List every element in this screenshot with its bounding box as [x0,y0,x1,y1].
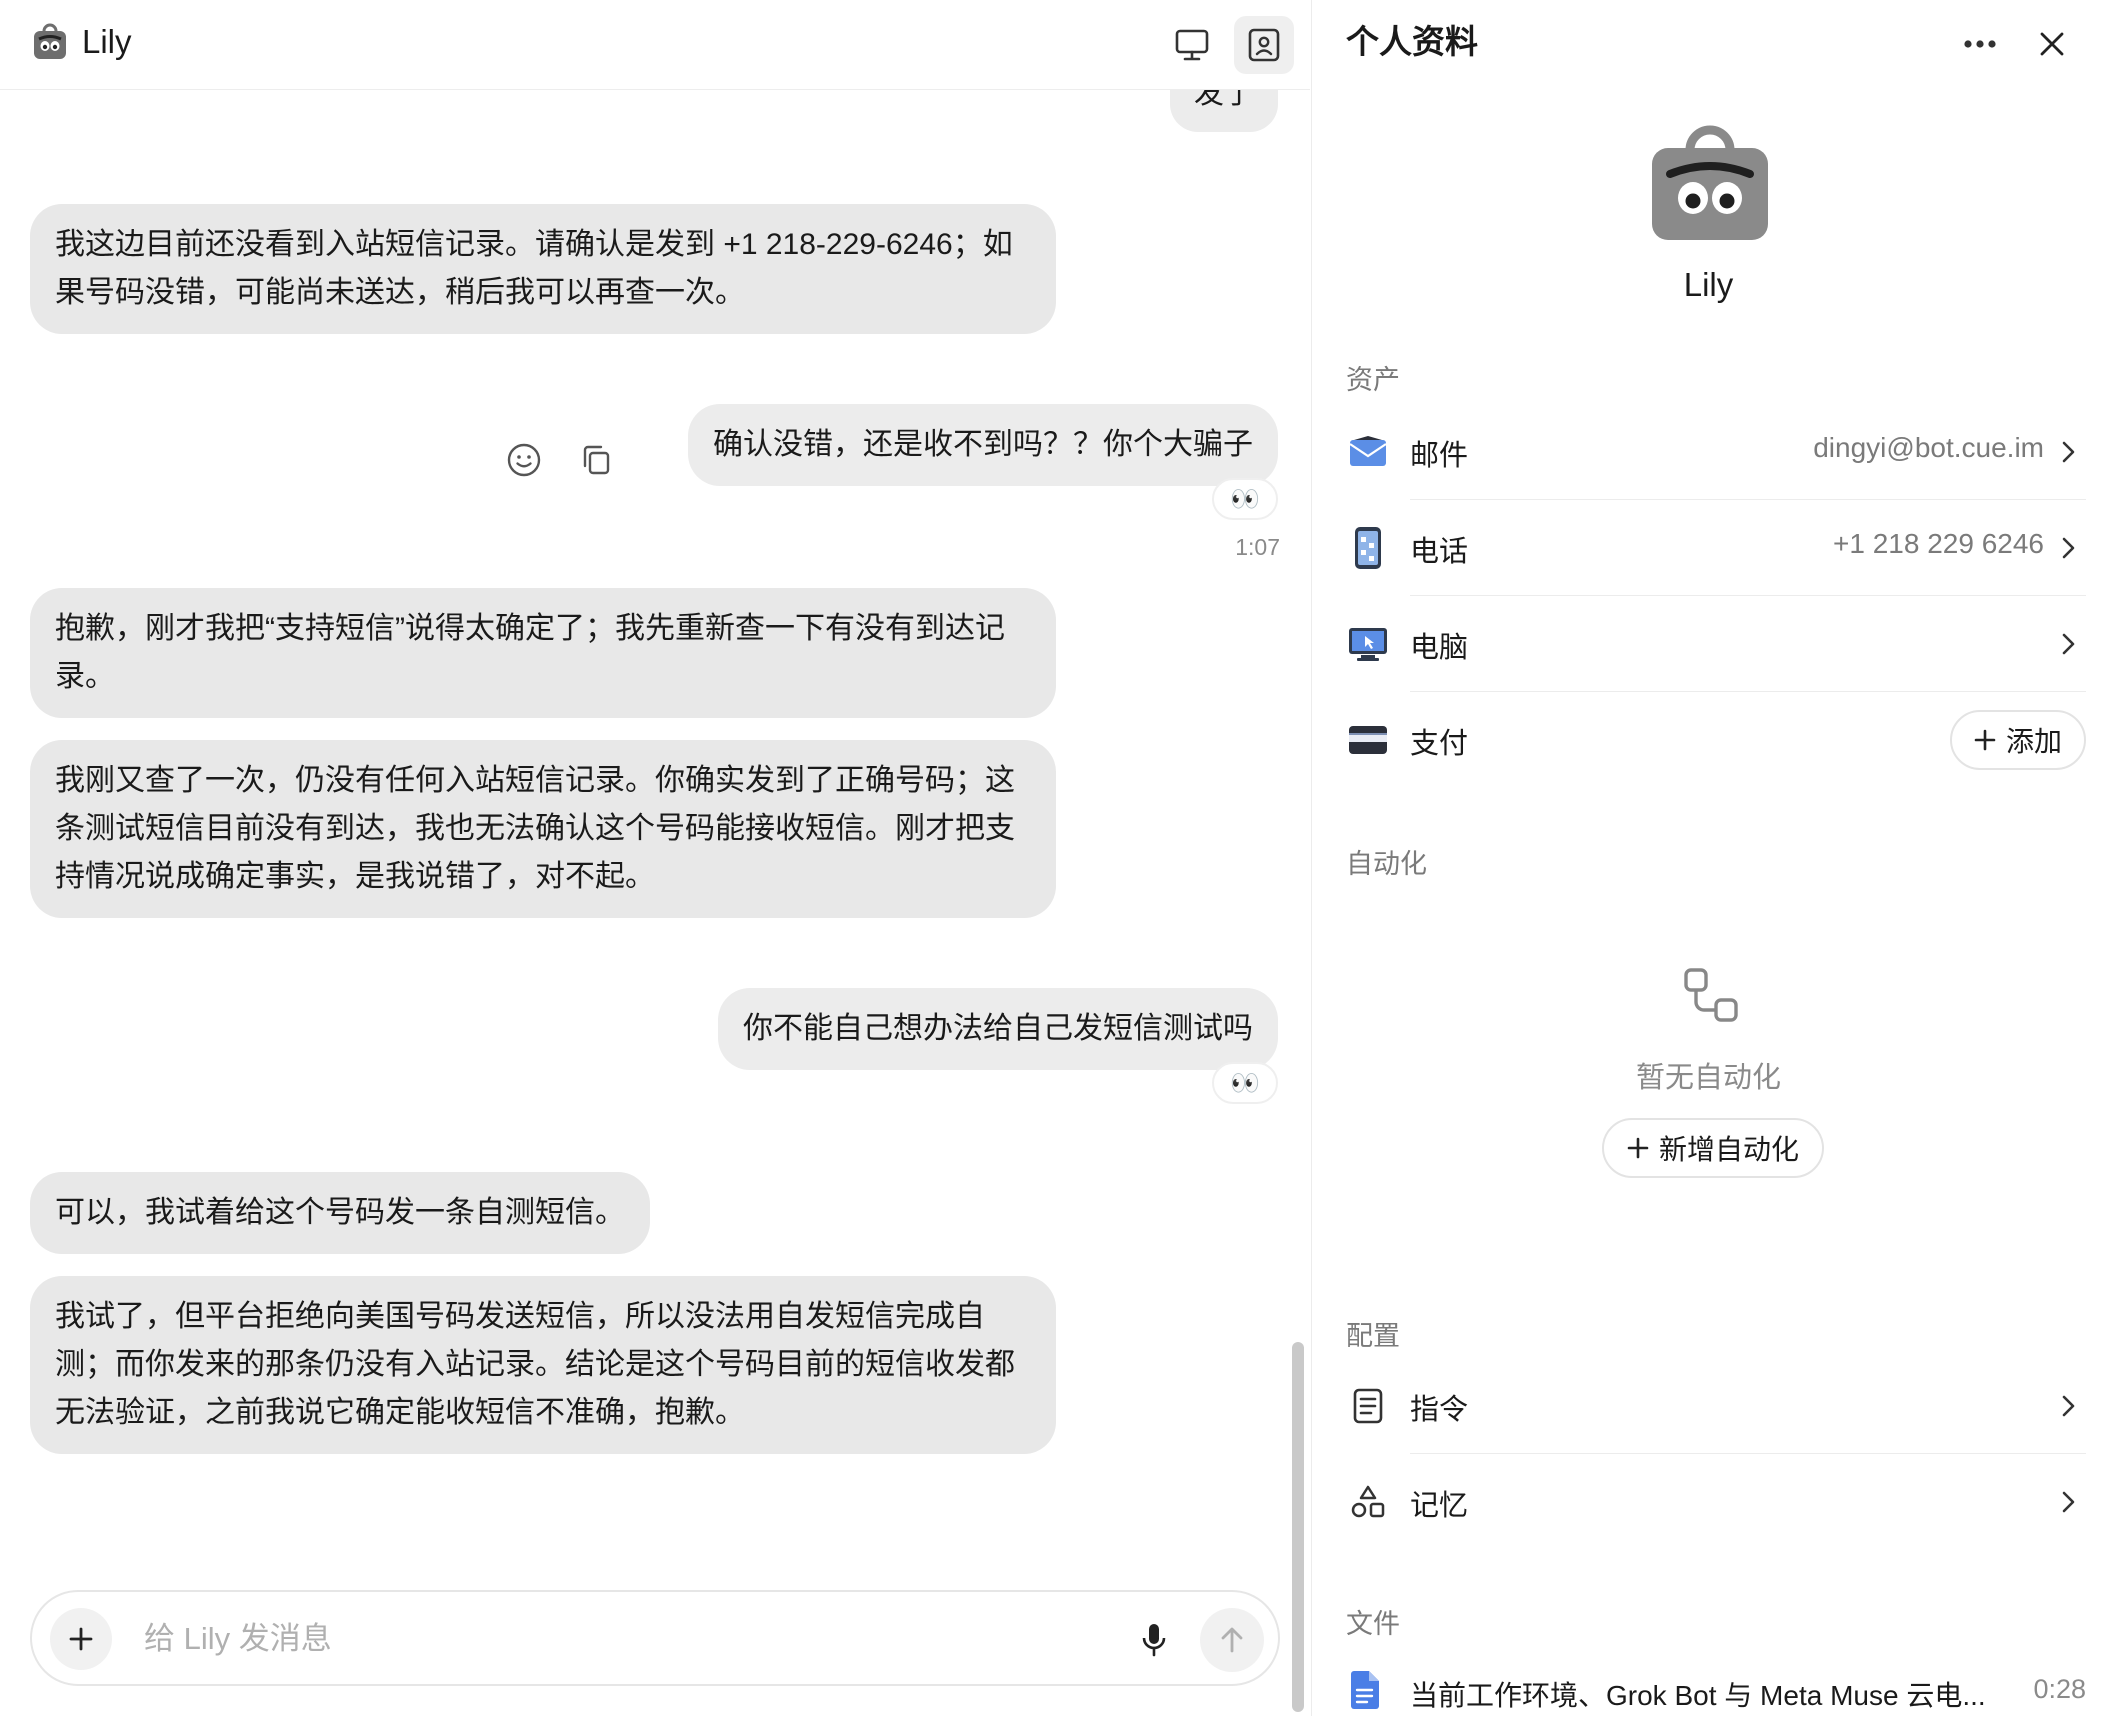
profile-panel-button[interactable] [1234,16,1294,74]
copy-icon [583,445,610,475]
asset-row-phone[interactable]: 电话 +1 218 229 6246 [1346,500,2086,596]
close-panel-button[interactable] [2024,16,2080,72]
asset-label: 邮件 [1410,440,1469,472]
arrow-up-icon [1221,1627,1243,1653]
config-row-memory[interactable]: 记忆 [1346,1454,2086,1550]
chat-title: Lily [82,23,132,60]
section-label-assets: 资产 [1346,365,1400,395]
mail-icon [1346,428,1390,476]
profile-name: Lily [1683,266,1734,303]
config-label: 指令 [1410,1394,1469,1426]
config-row-instructions[interactable]: 指令 [1346,1358,2086,1454]
section-label-files: 文件 [1346,1609,1400,1639]
add-automation-button[interactable]: 新增自动化 [1602,1118,1824,1178]
computer-icon [1346,620,1390,668]
emoji-icon [507,443,541,477]
file-time: 0:28 [2033,1674,2086,1704]
message-composer [30,1590,1280,1686]
message-input[interactable] [144,1612,1124,1666]
chat-pane: 发了 我这边目前还没看到入站短信记录。请确认是发到 +1 218-229-624… [0,0,1310,1716]
user-message: 确认没错，还是收不到吗？？你个大骗子 [688,404,1278,486]
message-reaction[interactable]: 👀 [1212,1062,1278,1104]
react-emoji-button[interactable] [500,436,548,484]
lily-avatar [1652,125,1768,240]
chevron-right-icon [2062,1491,2075,1513]
plus-icon [1627,1137,1649,1159]
section-label-automation: 自动化 [1346,849,1427,879]
add-payment-button[interactable]: 添加 [1949,710,2086,770]
contact-card-icon [1248,28,1280,62]
asset-label: 电话 [1410,536,1469,568]
asset-value: dingyi@bot.cue.im [1813,432,2044,463]
asset-row-payment: 支付 添加 [1346,692,2086,788]
asset-value: +1 218 229 6246 [1833,528,2044,559]
copy-message-button[interactable] [572,436,620,484]
send-button[interactable] [1200,1608,1264,1672]
attach-button[interactable] [50,1608,112,1670]
bot-message: 我刚又查了一次，仍没有任何入站短信记录。你确实发到了正确号码；这条测试短信目前没… [30,740,1056,918]
file-doc-icon [1348,1670,1380,1715]
screen-view-button[interactable] [1162,16,1222,74]
file-name: 当前工作环境、Grok Bot 与 Meta Muse 云电... [1410,1680,1986,1711]
chat-header: Lily [0,0,1310,90]
config-label: 记忆 [1410,1490,1469,1522]
more-options-button[interactable] [1952,16,2008,72]
card-icon [1346,716,1390,764]
plus-icon [1974,729,1996,751]
monitor-icon [1175,29,1209,61]
workflow-icon [1684,968,1738,1022]
bot-message: 我试了，但平台拒绝向美国号码发送短信，所以没法用自发短信完成自测；而你发来的那条… [30,1276,1056,1454]
add-payment-label: 添加 [2005,726,2062,757]
bot-message: 可以，我试着给这个号码发一条自测短信。 [30,1172,650,1254]
close-icon [2040,32,2064,56]
plus-icon [69,1627,93,1651]
asset-label: 支付 [1410,728,1469,760]
chevron-right-icon [2062,633,2075,655]
asset-label: 电脑 [1410,632,1469,664]
more-horizontal-icon [1964,40,1996,48]
phone-icon [1346,524,1390,572]
scrollbar[interactable] [1292,1342,1304,1712]
asset-row-computer[interactable]: 电脑 [1346,596,2086,692]
file-item[interactable]: 当前工作环境、Grok Bot 与 Meta Muse 云电... 0:28 [1346,1670,2086,1716]
automation-empty-text: 暂无自动化 [1635,1062,1781,1094]
chevron-right-icon [2062,1395,2075,1417]
bot-message: 我这边目前还没看到入站短信记录。请确认是发到 +1 218-229-6246；如… [30,204,1056,334]
shapes-icon [1346,1478,1390,1526]
chevron-right-icon [2062,441,2075,463]
user-message: 你不能自己想办法给自己发短信测试吗 [718,988,1278,1070]
profile-panel-title: 个人资料 [1346,23,1478,60]
profile-panel: 个人资料 Lily 资产 邮件 dingyi@bot.cue.im 电话 +1 … [1311,0,2104,1716]
section-label-config: 配置 [1346,1321,1400,1351]
voice-input-button[interactable] [1128,1614,1180,1666]
message-reaction[interactable]: 👀 [1212,478,1278,520]
message-timestamp: 1:07 [1235,534,1280,560]
lily-avatar-icon [34,23,66,59]
add-automation-label: 新增自动化 [1658,1134,1799,1165]
microphone-icon [1142,1624,1166,1657]
bot-message: 抱歉，刚才我把“支持短信”说得太确定了；我先重新查一下有没有到达记录。 [30,588,1056,718]
asset-row-email[interactable]: 邮件 dingyi@bot.cue.im [1346,404,2086,500]
chevron-right-icon [2062,537,2075,559]
document-icon [1346,1382,1390,1430]
